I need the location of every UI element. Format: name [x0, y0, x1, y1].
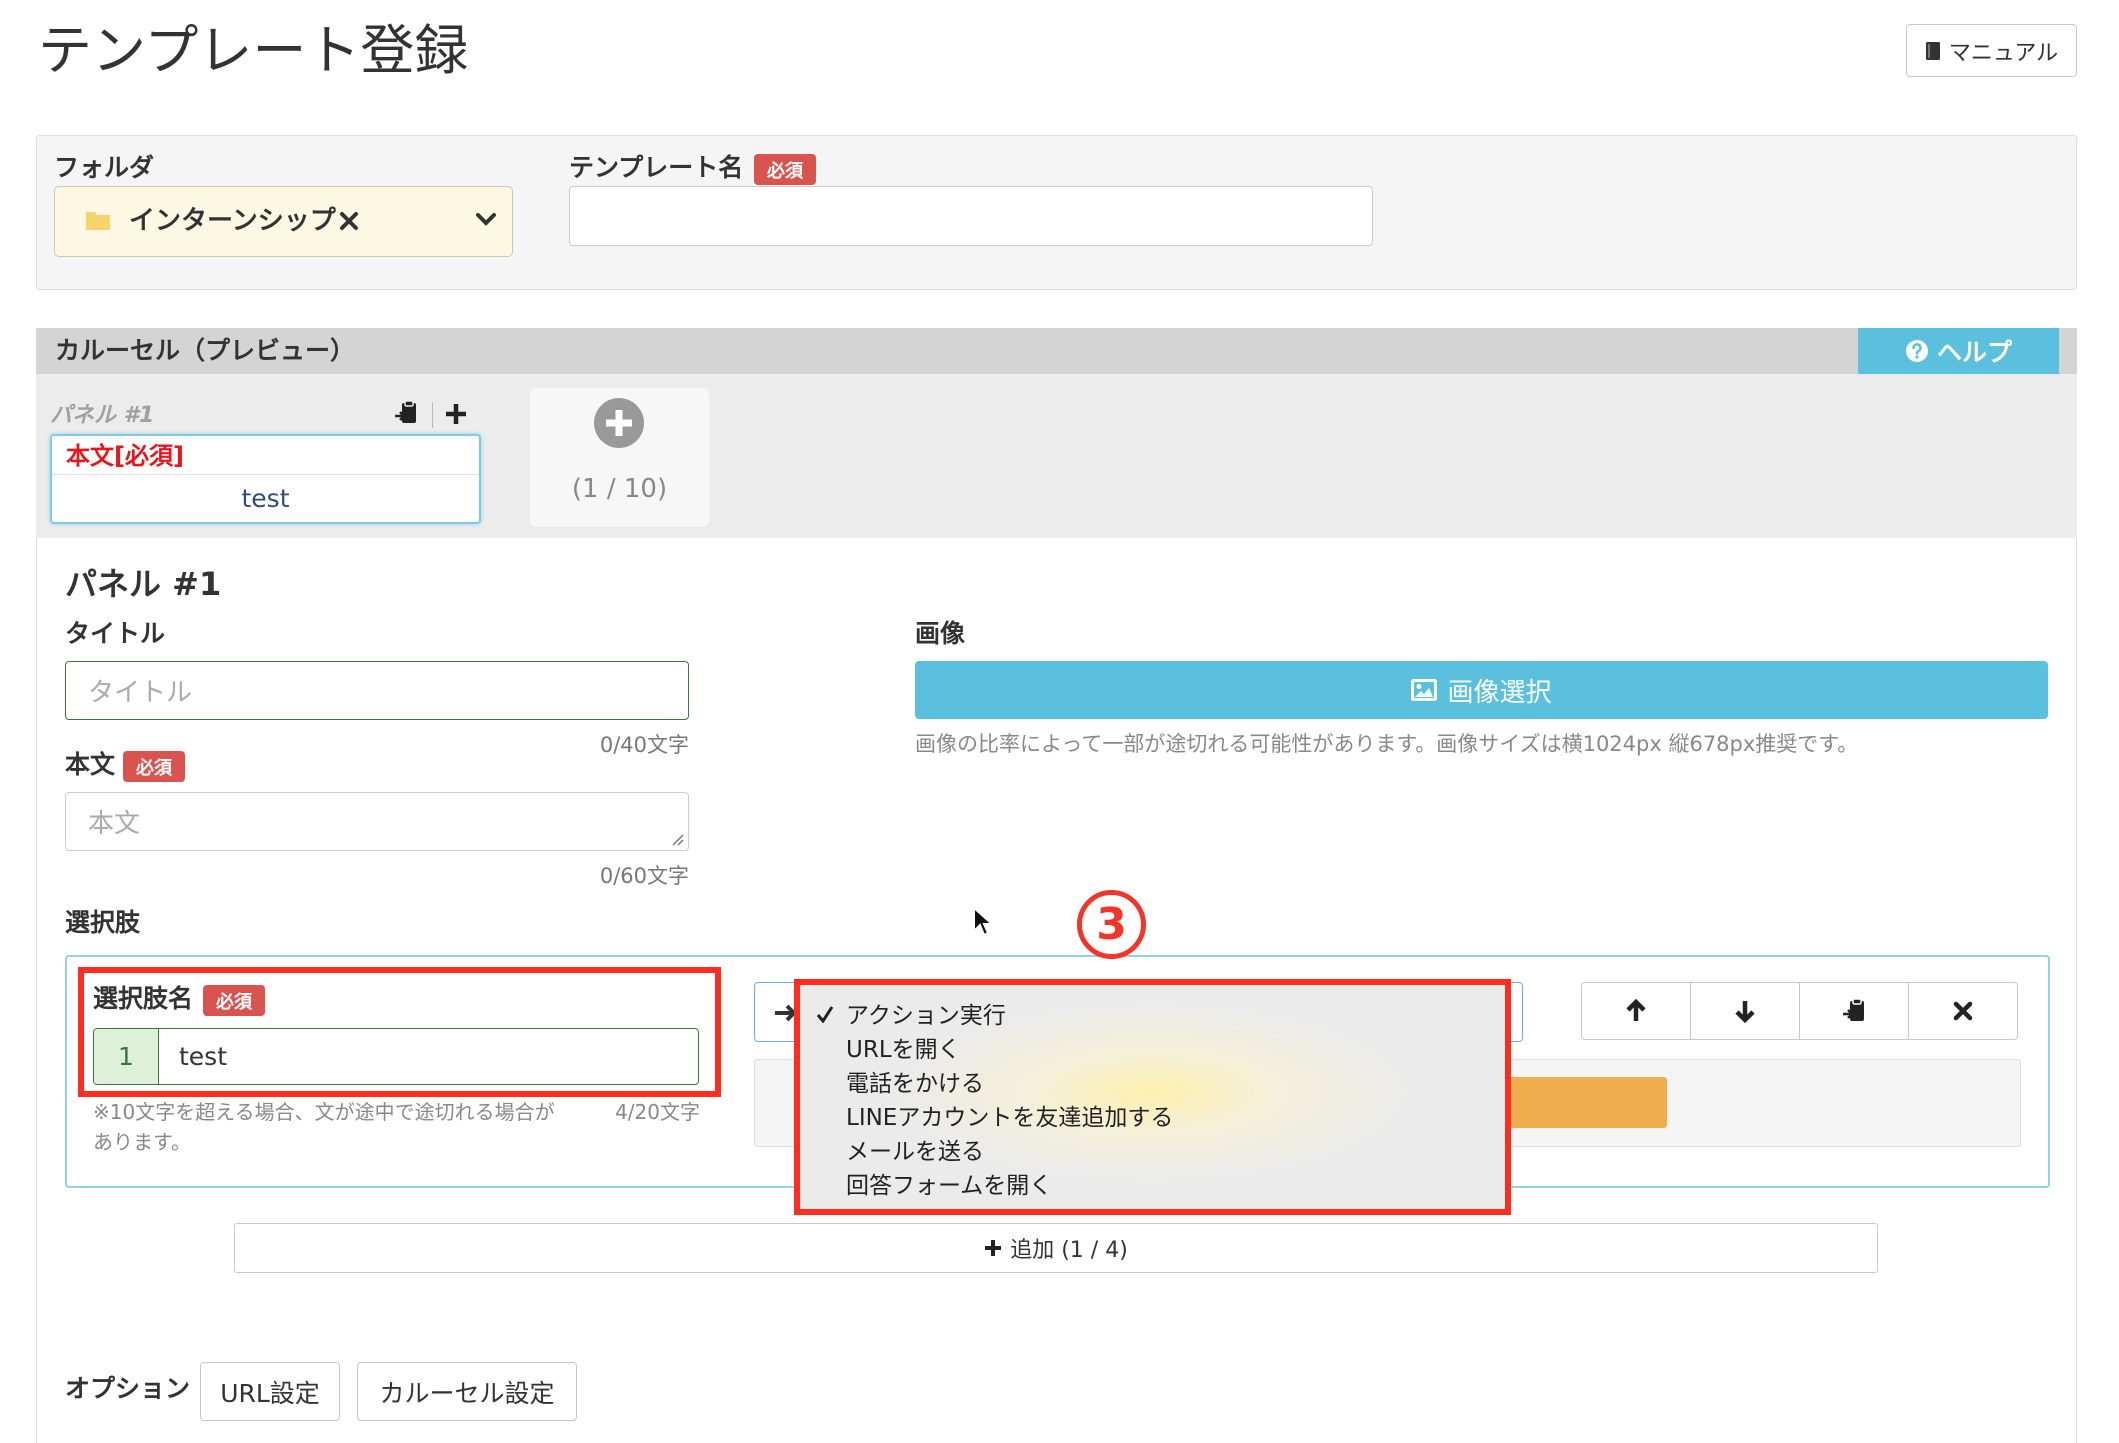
option-phone-call[interactable]: 電話をかける	[846, 1067, 984, 1101]
image-select-button[interactable]: 画像選択	[915, 661, 2048, 719]
body-counter: 0/60文字	[599, 864, 689, 888]
help-label: ヘルプ	[1936, 338, 2012, 367]
body-label: 本文	[65, 750, 116, 779]
choice-index-addon: 1	[94, 1029, 159, 1084]
choice-name-label: 選択肢名	[93, 984, 194, 1013]
choice-order-buttons	[1581, 982, 2018, 1040]
folder-value: インターンシップ	[129, 206, 336, 236]
page-title: テンプレート登録	[38, 19, 469, 82]
url-settings-button[interactable]: URL設定	[200, 1362, 340, 1421]
options-label: オプション	[65, 1374, 191, 1403]
option-action[interactable]: アクション実行	[846, 999, 1006, 1033]
add-choice-button[interactable]: 追加 (1 / 4)	[234, 1223, 1878, 1273]
panel-heading: パネル #1	[65, 565, 222, 603]
clear-folder-icon[interactable]	[339, 211, 359, 231]
option-open-form[interactable]: 回答フォームを開く	[846, 1169, 1052, 1203]
circle-plus-icon	[593, 397, 645, 449]
chevron-down-icon[interactable]	[475, 211, 497, 227]
carousel-title: カルーセル（プレビュー）	[55, 336, 356, 365]
template-name-label: テンプレート名	[569, 153, 744, 182]
image-select-label: 画像選択	[1447, 677, 1552, 708]
preview-panel-card[interactable]: 本文[必須] test	[50, 434, 481, 524]
image-icon	[1411, 679, 1438, 701]
choice-name-input[interactable]: test	[159, 1029, 698, 1084]
move-up-button[interactable]	[1582, 983, 1691, 1039]
question-circle-icon	[1905, 339, 1929, 363]
copy-choice-button[interactable]	[1800, 983, 1909, 1039]
paste-icon[interactable]	[393, 400, 419, 426]
image-note: 画像の比率によって一部が途切れる可能性があります。画像サイズは横1024px 縦…	[915, 732, 1859, 756]
add-panel-card[interactable]: (1 / 10)	[530, 388, 709, 527]
plus-icon	[984, 1239, 1002, 1257]
title-counter: 0/40文字	[599, 733, 689, 757]
panel-count: (1 / 10)	[571, 474, 668, 504]
folder-icon	[85, 209, 111, 231]
add-panel-plus-icon[interactable]	[444, 402, 468, 426]
resize-handle-icon[interactable]	[670, 832, 684, 846]
help-button[interactable]: ヘルプ	[1858, 328, 2059, 374]
preview-panel-label: パネル #1	[50, 403, 155, 428]
check-icon	[816, 1005, 834, 1023]
carousel-settings-button[interactable]: カルーセル設定	[357, 1362, 577, 1421]
choice-note-line2: あります。	[93, 1130, 191, 1154]
preview-choice-text: test	[241, 484, 290, 513]
manual-button[interactable]: マニュアル	[1906, 24, 2077, 77]
close-icon	[1953, 1001, 1973, 1021]
body-textarea[interactable]: 本文	[65, 792, 689, 851]
move-down-button[interactable]	[1691, 983, 1800, 1039]
title-input[interactable]: タイトル	[65, 661, 689, 720]
choice-note-line1: ※10文字を超える場合、文が途中で途切れる場合が	[93, 1100, 555, 1124]
choice-name-input-group[interactable]: 1 test	[93, 1028, 699, 1085]
choices-label: 選択肢	[65, 908, 141, 937]
option-open-url[interactable]: URLを開く	[846, 1033, 961, 1067]
option-add-line-friend[interactable]: LINEアカウントを友達追加する	[846, 1101, 1173, 1135]
option-send-mail[interactable]: メールを送る	[846, 1135, 984, 1169]
folder-label: フォルダ	[54, 153, 155, 182]
book-icon	[1925, 41, 1941, 61]
manual-label: マニュアル	[1948, 40, 2059, 66]
step-marker: 3	[1077, 890, 1146, 959]
image-label: 画像	[915, 619, 966, 648]
title-label: タイトル	[65, 619, 166, 648]
preview-body-label: 本文[必須]	[66, 442, 184, 470]
preview-divider	[52, 474, 479, 475]
add-choice-label: 追加 (1 / 4)	[1010, 1238, 1128, 1263]
arrow-down-icon	[1735, 999, 1755, 1023]
template-name-input[interactable]	[569, 186, 1373, 246]
folder-select[interactable]: インターンシップ	[54, 186, 513, 257]
paste-icon	[1841, 998, 1867, 1024]
carousel-header: カルーセル（プレビュー）	[36, 328, 2077, 374]
icon-divider	[432, 402, 433, 428]
delete-choice-button[interactable]	[1909, 983, 2017, 1039]
arrow-up-icon	[1626, 999, 1646, 1023]
action-type-dropdown: アクション実行 URLを開く 電話をかける LINEアカウントを友達追加する メ…	[794, 979, 1511, 1215]
required-badge: 必須	[754, 154, 816, 185]
choice-required-badge: 必須	[203, 985, 265, 1016]
mouse-cursor-icon	[972, 906, 994, 938]
body-required-badge: 必須	[123, 751, 185, 782]
choice-counter: 4/20文字	[615, 1100, 700, 1124]
